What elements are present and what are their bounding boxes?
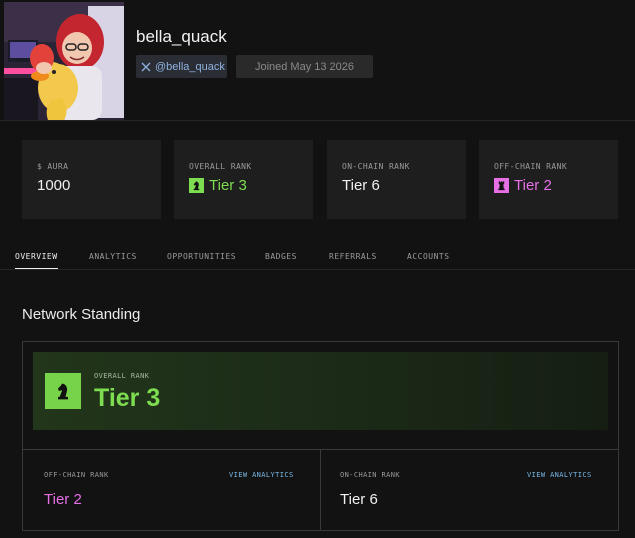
tab-analytics[interactable]: ANALYTICS [89,252,137,261]
overall-rank-value: Tier 3 [94,384,161,412]
tab-opportunities[interactable]: OPPORTUNITIES [167,252,236,261]
stat-value: 1000 [37,177,70,194]
profile-header: bella_quack @bella_quack Joined May 13 2… [0,0,635,121]
stat-value: Tier 2 [494,177,552,194]
stat-card-overall-rank: OVERALL RANK Tier 3 [174,140,313,219]
x-logo-icon [141,62,151,71]
tab-bar: OVERVIEW ANALYTICS OPPORTUNITIES BADGES … [0,246,635,270]
tab-referrals[interactable]: REFERRALS [329,252,377,261]
stat-label: ON-CHAIN RANK [342,162,410,171]
onchain-view-analytics-link[interactable]: VIEW ANALYTICS [527,471,592,479]
joined-date: Joined May 13 2026 [236,55,373,78]
tab-overview[interactable]: OVERVIEW [15,252,58,269]
stat-value: Tier 6 [342,177,380,194]
rank-split-row: OFF-CHAIN RANK VIEW ANALYTICS Tier 2 ON-… [23,449,618,531]
overall-rank-label: OVERALL RANK [94,372,150,380]
section-title: Network Standing [22,306,141,323]
twitter-handle: @bella_quack [155,60,225,73]
offchain-view-analytics-link[interactable]: VIEW ANALYTICS [229,471,294,479]
aura-value: 1000 [37,177,71,194]
stat-label: OFF-CHAIN RANK [494,162,568,171]
twitter-handle-link[interactable]: @bella_quack [136,55,227,78]
knight-icon [45,373,81,409]
stat-label: $ AURA [37,162,69,171]
overall-rank-value: Tier 3 [209,177,247,194]
avatar-illustration [4,2,124,120]
stat-value: Tier 3 [189,177,247,194]
avatar[interactable] [4,2,124,120]
tab-accounts[interactable]: ACCOUNTS [407,252,450,261]
tab-badges[interactable]: BADGES [265,252,297,261]
overall-rank-banner: OVERALL RANK Tier 3 [33,352,608,430]
offchain-rank-label: OFF-CHAIN RANK [44,471,109,479]
network-standing-panel: OVERALL RANK Tier 3 OFF-CHAIN RANK VIEW … [22,341,619,531]
knight-icon [189,178,204,193]
stat-card-aura: $ AURA 1000 [22,140,161,219]
stat-label: OVERALL RANK [189,162,252,171]
stat-card-offchain-rank: OFF-CHAIN RANK Tier 2 [479,140,618,219]
onchain-rank-label: ON-CHAIN RANK [340,471,400,479]
onchain-rank-value: Tier 6 [340,491,378,508]
onchain-rank-value: Tier 6 [342,177,380,194]
offchain-rank-value: Tier 2 [514,177,552,194]
divider [320,450,321,531]
stat-card-onchain-rank: ON-CHAIN RANK Tier 6 [327,140,466,219]
username: bella_quack [136,27,227,46]
rook-icon [494,178,509,193]
offchain-rank-value: Tier 2 [44,491,82,508]
